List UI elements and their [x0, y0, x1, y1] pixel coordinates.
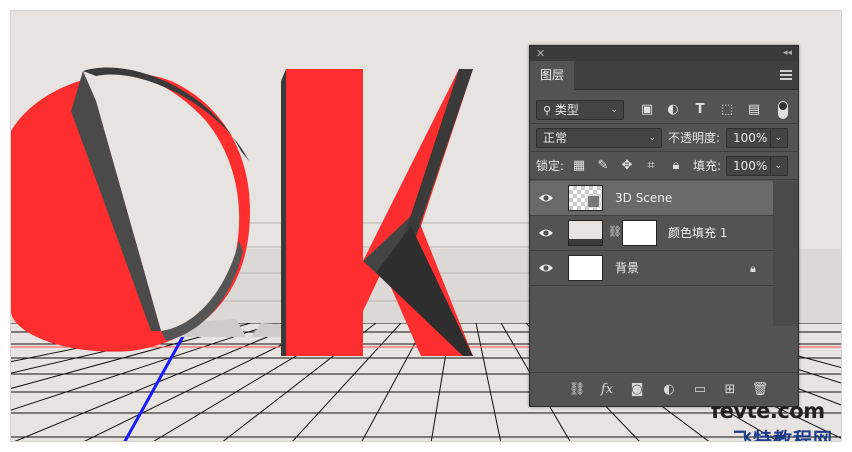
blend-mode-label: 正常	[543, 131, 568, 145]
scrollbar[interactable]	[773, 181, 798, 326]
layer-name: 3D Scene	[615, 191, 673, 205]
adjustment-filter-icon[interactable]: ◐	[664, 100, 682, 120]
opacity-field[interactable]: 100% ⌄	[726, 128, 788, 148]
tab-layers[interactable]: 图层	[530, 61, 575, 90]
layers-panel: ✕ ◂◂ 图层 ⚲ 类型 ⌄ ▣ ◐ T ⬚ ▤ 正常 ⌄ 不透明度: 100%…	[529, 45, 799, 407]
opacity-label: 不透明度:	[668, 131, 721, 145]
panel-titlebar: ✕ ◂◂	[530, 46, 798, 61]
fill-field[interactable]: 100% ⌄	[726, 156, 788, 176]
link-icon[interactable]: ⛓︎	[608, 225, 622, 238]
layer-thumbnail	[568, 220, 603, 246]
shape-filter-icon[interactable]: ⬚	[718, 100, 736, 120]
eye-icon[interactable]	[538, 226, 554, 240]
filter-kind-select[interactable]: ⚲ 类型 ⌄	[536, 100, 624, 120]
fx-icon[interactable]: fx	[598, 381, 616, 399]
delete-layer-icon[interactable]: 🗑︎	[751, 381, 769, 399]
lock-all-icon[interactable]: 🔒︎	[667, 156, 685, 176]
lock-row: 锁定: ▦ ✎ ✥ ⌗ 🔒︎ 填充: 100% ⌄	[530, 153, 798, 179]
filter-toggle[interactable]	[778, 101, 788, 119]
chevron-down-icon[interactable]: ⌄	[770, 129, 782, 147]
watermark-site-name: 飞特教程网	[733, 429, 834, 442]
new-layer-icon[interactable]: ⊞	[721, 381, 739, 399]
lock-label: 锁定:	[536, 159, 565, 173]
search-icon: ⚲	[543, 104, 552, 117]
3d-cube-icon	[587, 195, 600, 208]
filter-row: ⚲ 类型 ⌄ ▣ ◐ T ⬚ ▤	[530, 97, 798, 123]
new-group-icon[interactable]: ▭	[691, 381, 709, 399]
lock-icon: 🔒︎	[750, 262, 756, 275]
smart-object-filter-icon[interactable]: ▤	[745, 100, 763, 120]
panel-tab-row: 图层	[530, 61, 798, 90]
lock-artboard-icon[interactable]: ⌗	[642, 156, 660, 176]
image-filter-icon[interactable]: ▣	[638, 100, 656, 120]
eye-icon[interactable]	[538, 191, 554, 205]
link-layers-icon[interactable]: ⛓︎	[568, 381, 586, 399]
fill-label: 填充:	[693, 159, 722, 173]
lock-transparent-pixels-icon[interactable]: ▦	[570, 156, 588, 176]
lock-position-icon[interactable]: ✥	[618, 156, 636, 176]
blend-row: 正常 ⌄ 不透明度: 100% ⌄	[530, 125, 798, 151]
layer-thumbnail	[568, 185, 603, 211]
type-filter-icon[interactable]: T	[691, 100, 709, 120]
layer-thumbnail	[568, 255, 603, 281]
add-mask-icon[interactable]: ◙	[628, 381, 646, 399]
layer-row-background[interactable]: 背景 🔒︎	[530, 251, 773, 286]
close-icon[interactable]: ✕	[536, 46, 545, 61]
layer-mask-thumbnail	[622, 220, 657, 246]
filter-kind-label: 类型	[554, 103, 579, 117]
layer-row-color-fill[interactable]: ⛓︎ 颜色填充 1	[530, 216, 773, 251]
chevron-down-icon: ⌄	[648, 133, 656, 143]
chevron-down-icon[interactable]: ⌄	[770, 157, 782, 175]
collapse-icon[interactable]: ◂◂	[783, 46, 792, 61]
layer-row-3d-scene[interactable]: 3D Scene ⌄	[530, 181, 790, 216]
panel-menu-icon[interactable]	[780, 70, 792, 80]
chevron-down-icon: ⌄	[610, 105, 618, 115]
layer-name: 背景	[615, 261, 640, 275]
layer-name: 颜色填充 1	[668, 226, 728, 240]
eye-icon[interactable]	[538, 261, 554, 275]
panel-bottom-toolbar: ⛓︎ fx ◙ ◐ ▭ ⊞ 🗑︎	[530, 372, 798, 407]
adjustment-layer-icon[interactable]: ◐	[660, 381, 678, 399]
lock-image-pixels-icon[interactable]: ✎	[594, 156, 612, 176]
blend-mode-select[interactable]: 正常 ⌄	[536, 128, 662, 148]
